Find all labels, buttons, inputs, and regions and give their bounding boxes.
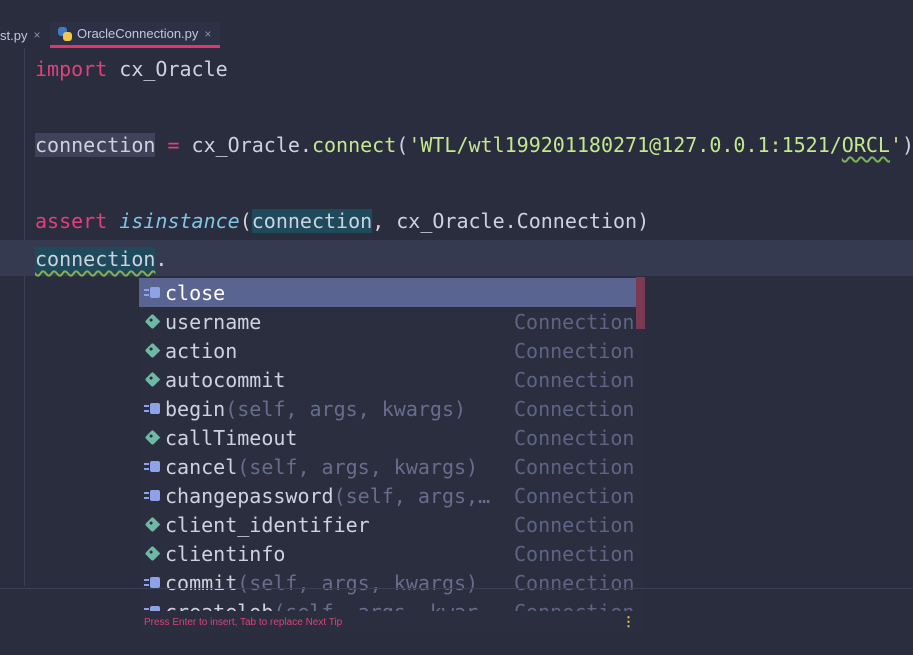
completion-name: username xyxy=(165,309,262,334)
field-tag-icon xyxy=(139,313,165,330)
code-line-4[interactable]: connection. xyxy=(35,245,167,273)
completion-signature: (self, args, kwar xyxy=(273,600,478,612)
completion-signature: (self, args, kwargs) xyxy=(225,396,467,421)
argument: connection xyxy=(251,209,373,233)
paren: ( xyxy=(396,133,409,157)
paren: ( xyxy=(239,209,252,233)
keyword: import xyxy=(35,57,108,81)
code-line-2[interactable]: connection = cx_Oracle.connect('WTL/wtl1… xyxy=(35,131,913,159)
completion-type: Connection xyxy=(514,541,635,566)
code-text: cx_Oracle xyxy=(107,57,228,81)
close-icon[interactable]: × xyxy=(204,27,211,41)
close-icon[interactable]: × xyxy=(33,28,40,42)
python-file-icon xyxy=(58,26,72,41)
popup-scrollbar[interactable] xyxy=(636,277,645,329)
method-icon xyxy=(139,286,165,299)
completion-type: Connection xyxy=(514,512,635,537)
completion-name: client_identifier xyxy=(165,512,370,537)
completion-hint[interactable]: Press Enter to insert, Tab to replace Ne… xyxy=(144,617,342,628)
field-tag-icon xyxy=(139,429,165,446)
completion-item-begin[interactable]: begin (self, args, kwargs) Connection xyxy=(139,394,636,423)
more-options-icon[interactable]: ⋮ xyxy=(622,614,635,630)
builtin-function: isinstance xyxy=(119,209,240,233)
function-call: connect xyxy=(311,133,397,157)
completion-type: Connection xyxy=(514,483,635,508)
completion-type: Connection xyxy=(514,396,635,421)
completion-name: commit xyxy=(165,570,238,595)
completion-name: callTimeout xyxy=(165,425,298,450)
field-tag-icon xyxy=(139,516,165,533)
completion-type: Connection xyxy=(514,309,635,334)
completion-name: action xyxy=(165,338,238,363)
method-icon xyxy=(139,576,165,589)
completion-item-username[interactable]: username Connection xyxy=(139,307,636,336)
keyword: assert xyxy=(35,209,108,233)
completion-item-client-identifier[interactable]: client_identifier Connection xyxy=(139,510,636,539)
completion-item-commit[interactable]: commit (self, args, kwargs) Connection xyxy=(139,568,636,597)
method-icon xyxy=(139,402,165,415)
method-icon xyxy=(139,489,165,502)
gutter-divider xyxy=(24,48,25,586)
paren: ) xyxy=(902,133,913,157)
tab-oracleconnection-py[interactable]: OracleConnection.py × xyxy=(50,22,220,48)
completion-item-createlob[interactable]: createlob(self, args, kwar Connection xyxy=(139,597,636,611)
completion-type: Connection xyxy=(514,425,635,450)
tab-label: st.py xyxy=(0,27,28,43)
module: cx_Oracle. xyxy=(191,133,312,157)
completion-item-calltimeout[interactable]: callTimeout Connection xyxy=(139,423,636,452)
tab-label: OracleConnection.py xyxy=(77,26,199,41)
completion-signature: (self, args, kwargs) xyxy=(237,570,479,595)
string: 'WTL/wtl199201180271@127.0.0.1:1521/ xyxy=(408,133,842,157)
completion-name: autocommit xyxy=(165,367,286,392)
completion-name: close xyxy=(165,280,226,305)
completion-type: Connection xyxy=(514,570,635,595)
field-tag-icon xyxy=(139,545,165,562)
editor-tab-bar: st.py × OracleConnection.py × xyxy=(0,22,913,48)
completion-type: Connection xyxy=(514,367,635,392)
completion-name: createlob xyxy=(165,600,273,612)
completion-name: clientinfo xyxy=(165,541,286,566)
completion-type: Connection xyxy=(514,454,635,479)
variable: connection xyxy=(35,133,156,157)
completion-name: begin xyxy=(165,396,226,421)
completion-name: cancel xyxy=(165,454,238,479)
variable: connection xyxy=(35,247,156,271)
completion-item-close[interactable]: close xyxy=(139,278,636,307)
completion-signature: (self, args,… xyxy=(333,483,491,508)
completion-signature: (self, args, kwargs) xyxy=(237,454,479,479)
code-text: , cx_Oracle.Connection) xyxy=(372,209,650,233)
completion-item-action[interactable]: action Connection xyxy=(139,336,636,365)
tab-st-py[interactable]: st.py × xyxy=(0,22,46,48)
method-icon xyxy=(139,460,165,473)
completion-item-autocommit[interactable]: autocommit Connection xyxy=(139,365,636,394)
completion-popup: createlob(self, args, kwarConnectioncomm… xyxy=(139,277,645,611)
completion-item-clientinfo[interactable]: clientinfo Connection xyxy=(139,539,636,568)
completion-item-cancel[interactable]: cancel (self, args, kwargs) Connection xyxy=(139,452,636,481)
field-tag-icon xyxy=(139,342,165,359)
dot: . xyxy=(155,247,168,271)
string-typo: ORCL xyxy=(841,133,890,157)
completion-type: Connection xyxy=(514,338,635,363)
field-tag-icon xyxy=(139,371,165,388)
code-line-1[interactable]: import cx_Oracle xyxy=(35,55,228,83)
completion-footer: Press Enter to insert, Tab to replace Ne… xyxy=(139,611,645,633)
operator: = xyxy=(155,133,192,157)
completion-name: changepassword xyxy=(165,483,334,508)
editor-bottom-divider xyxy=(0,588,913,589)
string-end: ' xyxy=(889,133,903,157)
completion-item-changepassword[interactable]: changepassword (self, args,… Connection xyxy=(139,481,636,510)
code-line-3[interactable]: assert isinstance(connection, cx_Oracle.… xyxy=(35,207,649,235)
completion-type: Connection xyxy=(514,600,634,612)
